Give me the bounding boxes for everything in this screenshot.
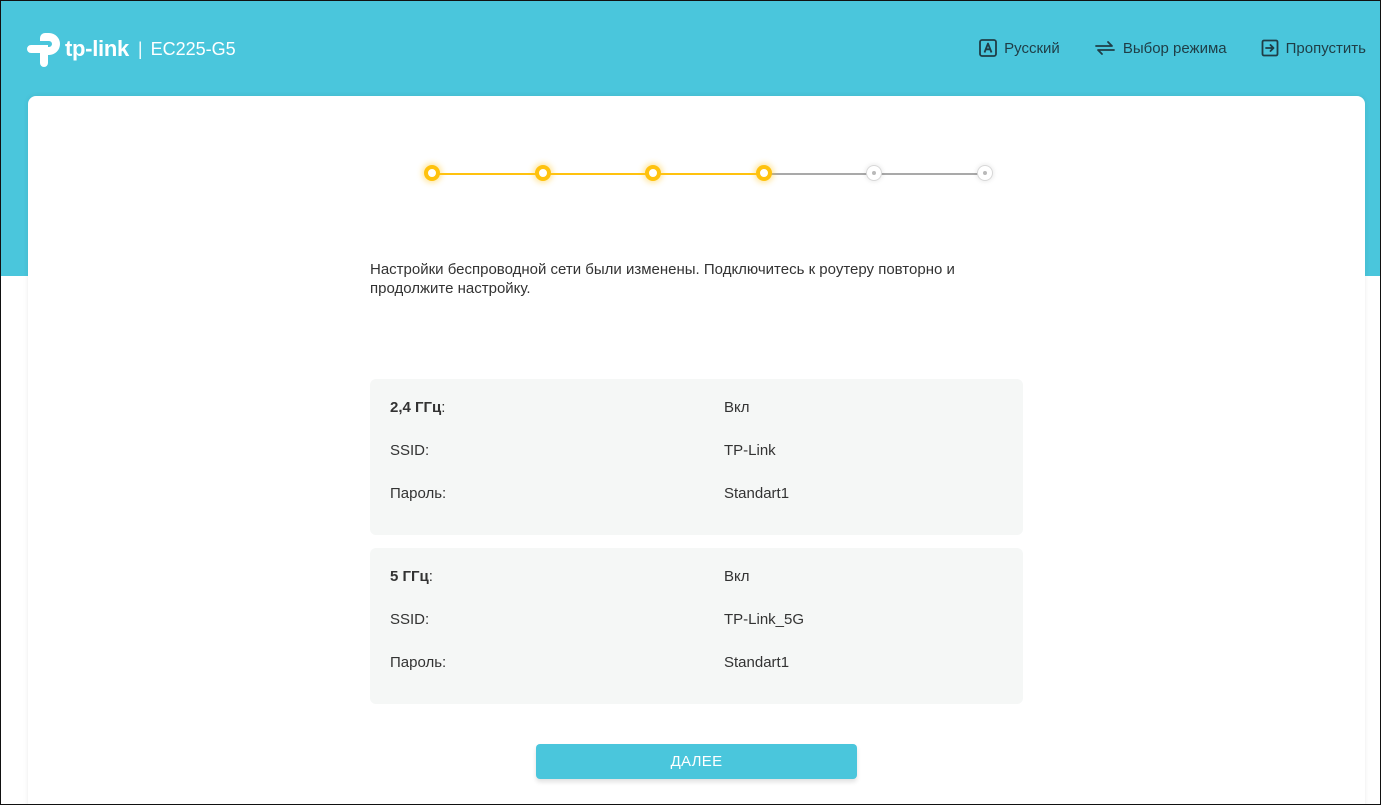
ssid-value: TP-Link_5G bbox=[724, 611, 805, 628]
step-connector bbox=[432, 173, 543, 175]
band-colon: : bbox=[441, 399, 446, 416]
brand-name: tp-link bbox=[65, 36, 129, 61]
setup-card: Настройки беспроводной сети были изменен… bbox=[28, 96, 1365, 804]
band-panel-2-4ghz: 2,4 ГГц: Вкл SSID: TP-Link Пароль: Stand… bbox=[370, 379, 1023, 535]
top-bar: tp-link | EC225-G5 Русский Выбор режима … bbox=[1, 1, 1380, 97]
skip-button[interactable]: Пропустить bbox=[1261, 39, 1366, 57]
password-row: Пароль: Standart1 bbox=[390, 654, 1003, 674]
band-panel-5ghz: 5 ГГц: Вкл SSID: TP-Link_5G Пароль: Stan… bbox=[370, 548, 1023, 704]
model-name: EC225-G5 bbox=[150, 38, 236, 59]
step-connector bbox=[874, 173, 985, 175]
switch-arrows-icon bbox=[1094, 40, 1116, 56]
band-row: 5 ГГц: Вкл bbox=[390, 568, 1003, 588]
band-label: 2,4 ГГц: bbox=[390, 399, 445, 416]
band-status: Вкл bbox=[724, 568, 750, 585]
tp-link-logo-icon bbox=[27, 31, 63, 67]
title-separator: | bbox=[137, 38, 143, 59]
step-dot-completed bbox=[534, 165, 551, 181]
step-connector bbox=[542, 173, 653, 175]
password-label: Пароль: bbox=[390, 654, 447, 671]
step-connector bbox=[763, 173, 874, 175]
step-connector bbox=[653, 173, 764, 175]
language-label: Русский bbox=[1004, 39, 1060, 57]
step-dot-completed bbox=[755, 165, 772, 181]
step-dot-completed bbox=[424, 165, 440, 181]
ssid-label: SSID: bbox=[390, 442, 430, 459]
step-dot-completed bbox=[645, 165, 661, 181]
password-label: Пароль: bbox=[390, 485, 447, 502]
mode-select-label: Выбор режима bbox=[1122, 39, 1227, 57]
band-name: 2,4 ГГц bbox=[390, 399, 442, 416]
band-label: 5 ГГц: bbox=[390, 568, 433, 585]
step-dot-pending bbox=[976, 165, 993, 181]
next-button[interactable]: ДАЛЕЕ bbox=[536, 744, 857, 779]
language-a-icon bbox=[979, 39, 998, 57]
ssid-row: SSID: TP-Link bbox=[390, 442, 1003, 462]
band-name: 5 ГГц bbox=[390, 568, 429, 585]
skip-label: Пропустить bbox=[1285, 39, 1366, 57]
app-window: tp-link | EC225-G5 Русский Выбор режима … bbox=[0, 0, 1381, 805]
band-status: Вкл bbox=[724, 399, 750, 416]
header-nav: Русский Выбор режима Пропустить bbox=[945, 39, 1366, 57]
language-button[interactable]: Русский bbox=[979, 39, 1060, 57]
password-value: Standart1 bbox=[724, 654, 790, 671]
band-row: 2,4 ГГц: Вкл bbox=[390, 399, 1003, 419]
password-value: Standart1 bbox=[724, 485, 790, 502]
band-colon: : bbox=[428, 568, 433, 585]
logo: tp-link | EC225-G5 bbox=[27, 31, 236, 67]
exit-arrow-icon bbox=[1261, 39, 1279, 57]
status-message: Настройки беспроводной сети были изменен… bbox=[370, 261, 955, 297]
mode-select-button[interactable]: Выбор режима bbox=[1094, 40, 1227, 57]
step-dot-pending bbox=[866, 165, 882, 181]
ssid-label: SSID: bbox=[390, 611, 430, 628]
password-row: Пароль: Standart1 bbox=[390, 485, 1003, 505]
ssid-value: TP-Link bbox=[724, 442, 776, 459]
ssid-row: SSID: TP-Link_5G bbox=[390, 611, 1003, 631]
